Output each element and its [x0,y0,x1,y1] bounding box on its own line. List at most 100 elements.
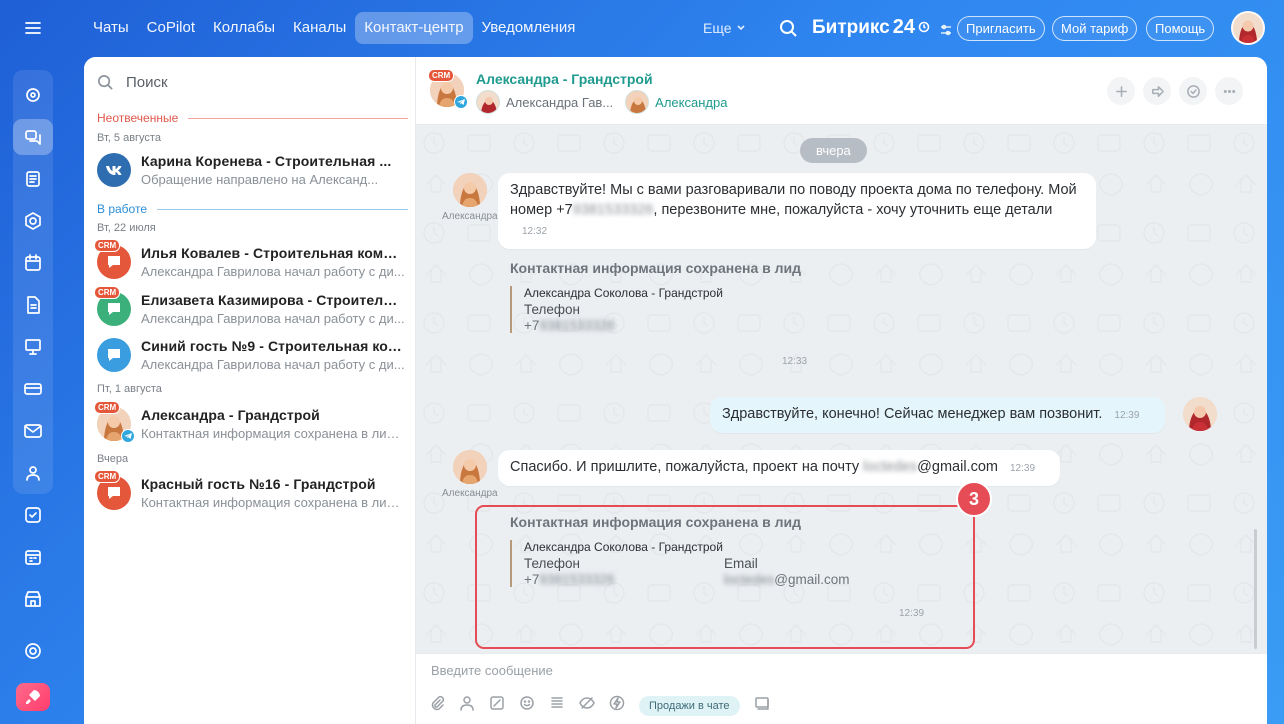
header-actions [1107,77,1243,105]
tab-chats[interactable]: Чаты [84,12,138,44]
section-unanswered-label: Неотвеченные [97,111,179,125]
list-item[interactable]: CRM Красный гость №16 - Грандстрой Конта… [94,470,407,514]
messenger-icon[interactable] [13,119,53,155]
message-input[interactable]: Введите сообщение [431,663,553,678]
contact-icon[interactable] [459,695,475,716]
message-text: Здравствуйте! Мы с вами разговаривали по… [510,182,1077,198]
list-item[interactable]: CRM Елизавета Казимирова - Строительн...… [94,286,407,330]
tab-channels[interactable]: Каналы [284,12,355,44]
chat-title[interactable]: Александра - Грандстрой [476,71,653,87]
crm-badge: CRM [94,401,121,414]
finish-check-icon[interactable] [1179,77,1207,105]
calendar-icon[interactable] [13,245,53,281]
vk-icon [106,166,122,175]
forward-icon[interactable] [1143,77,1171,105]
section-divider [157,208,408,210]
date-separator: Пт, 1 августа [97,383,162,395]
client-name[interactable]: Александра [655,95,727,110]
contact-company: Александра Соколова - Грандстрой [524,286,723,300]
crm-icon[interactable] [13,203,53,239]
add-icon[interactable] [1107,77,1135,105]
feed-icon[interactable] [13,161,53,197]
main-panel: Поиск Неотвеченные Вт, 5 августа Карина … [84,57,1267,724]
tab-contact-center[interactable]: Контакт-центр [355,12,473,44]
booking-icon[interactable] [13,539,53,575]
search-icon[interactable] [778,18,798,38]
chat-name: Синий гость №9 - Строительная ком... [141,338,405,354]
attach-icon[interactable] [429,695,445,716]
store-icon[interactable] [13,581,53,617]
message-text: Здравствуйте, конечно! Сейчас менеджер в… [722,406,1103,422]
sender-label: Александра [442,211,498,222]
mail-icon[interactable] [13,413,53,449]
more-icon[interactable] [1215,77,1243,105]
chat-name: Красный гость №16 - Грандстрой [141,476,376,492]
lightning-icon[interactable] [609,695,625,716]
operator-avatar[interactable] [1183,397,1217,431]
settings-icon[interactable] [13,633,53,669]
panel-icon[interactable] [754,695,770,716]
tasks-icon[interactable] [13,497,53,533]
sales-in-chat-button[interactable]: Продажи в чате [639,695,740,716]
blurred-email: loctedes [863,459,918,475]
message-area[interactable]: вчера Александра Здравствуйте! Мы с вами… [416,125,1267,653]
sites-icon[interactable] [13,329,53,365]
operator-avatar[interactable] [476,90,500,114]
operator-name[interactable]: Александра Гав... [506,95,613,110]
help-button[interactable]: Помощь [1146,16,1215,41]
client-avatar[interactable] [453,173,487,207]
bitrix-logo[interactable]: Битрикс 24 [812,16,953,39]
section-in-work: В работе [97,202,408,216]
sliders-icon[interactable] [939,21,953,35]
list-item[interactable]: CRM Александра - Грандстрой Контактная и… [94,401,407,445]
quick-answers-icon[interactable] [549,695,565,716]
date-separator: Вт, 22 июля [97,222,156,234]
documents-icon[interactable] [13,287,53,323]
tab-notifications[interactable]: Уведомления [473,12,585,44]
list-item[interactable]: CRM Илья Ковалев - Строительная компа...… [94,239,407,283]
chat-preview: Александра Гаврилова начал работу с ди..… [141,264,405,279]
chat-bubble-icon [108,303,120,315]
tariff-button[interactable]: Мой тариф [1052,16,1138,41]
copilot-icon[interactable] [13,77,53,113]
invite-button[interactable]: Пригласить [957,16,1045,41]
vk-avatar [97,153,131,187]
more-label: Еще [703,20,732,36]
scrollbar[interactable] [1254,529,1257,649]
list-item[interactable]: Карина Коренева - Строительная ... Обращ… [95,151,407,191]
conversation-list: Поиск Неотвеченные Вт, 5 августа Карина … [84,57,416,724]
hide-icon[interactable] [579,695,595,716]
emoji-icon[interactable] [519,695,535,716]
client-avatar[interactable] [453,450,487,484]
chat-name: Илья Ковалев - Строительная компа... [141,245,405,261]
chat-name: Карина Коренева - Строительная ... [141,153,392,169]
message-time: 12:32 [522,226,548,237]
phone-prefix: +7 [524,318,540,333]
date-separator: Вчера [97,453,129,465]
tab-collabs[interactable]: Коллабы [204,12,284,44]
section-unanswered: Неотвеченные [97,111,408,125]
employees-icon[interactable] [13,455,53,491]
shop-icon[interactable] [13,371,53,407]
section-in-work-label: В работе [97,202,148,216]
form-icon[interactable] [489,695,505,716]
chat-preview: Контактная информация сохранена в лид ..… [141,426,405,441]
incoming-message[interactable]: Здравствуйте! Мы с вами разговаривали по… [498,173,1096,249]
message-composer[interactable]: Введите сообщение Продажи в чате [416,653,1267,724]
list-search[interactable]: Поиск [97,74,168,91]
chat-avatar [97,338,131,372]
user-avatar[interactable] [1231,11,1265,45]
menu-icon[interactable] [13,10,53,46]
client-avatar[interactable] [625,90,650,114]
logo-number: 24 [892,16,916,38]
tab-copilot[interactable]: CoPilot [138,12,204,44]
chat-window: CRM Александра - Грандстрой Александра Г… [416,57,1267,724]
rocket-icon[interactable] [16,683,50,711]
list-item[interactable]: Синий гость №9 - Строительная ком... Але… [95,336,407,376]
outgoing-message[interactable]: Здравствуйте, конечно! Сейчас менеджер в… [710,397,1165,433]
logo-text: Битрикс [812,16,890,38]
more-menu[interactable]: Еще [703,20,746,36]
contact-card: Александра Соколова - Грандстрой Телефон… [510,286,810,333]
chat-preview: Александра Гаврилова начал работу с ди..… [141,357,405,372]
chat-name: Александра - Грандстрой [141,407,320,423]
